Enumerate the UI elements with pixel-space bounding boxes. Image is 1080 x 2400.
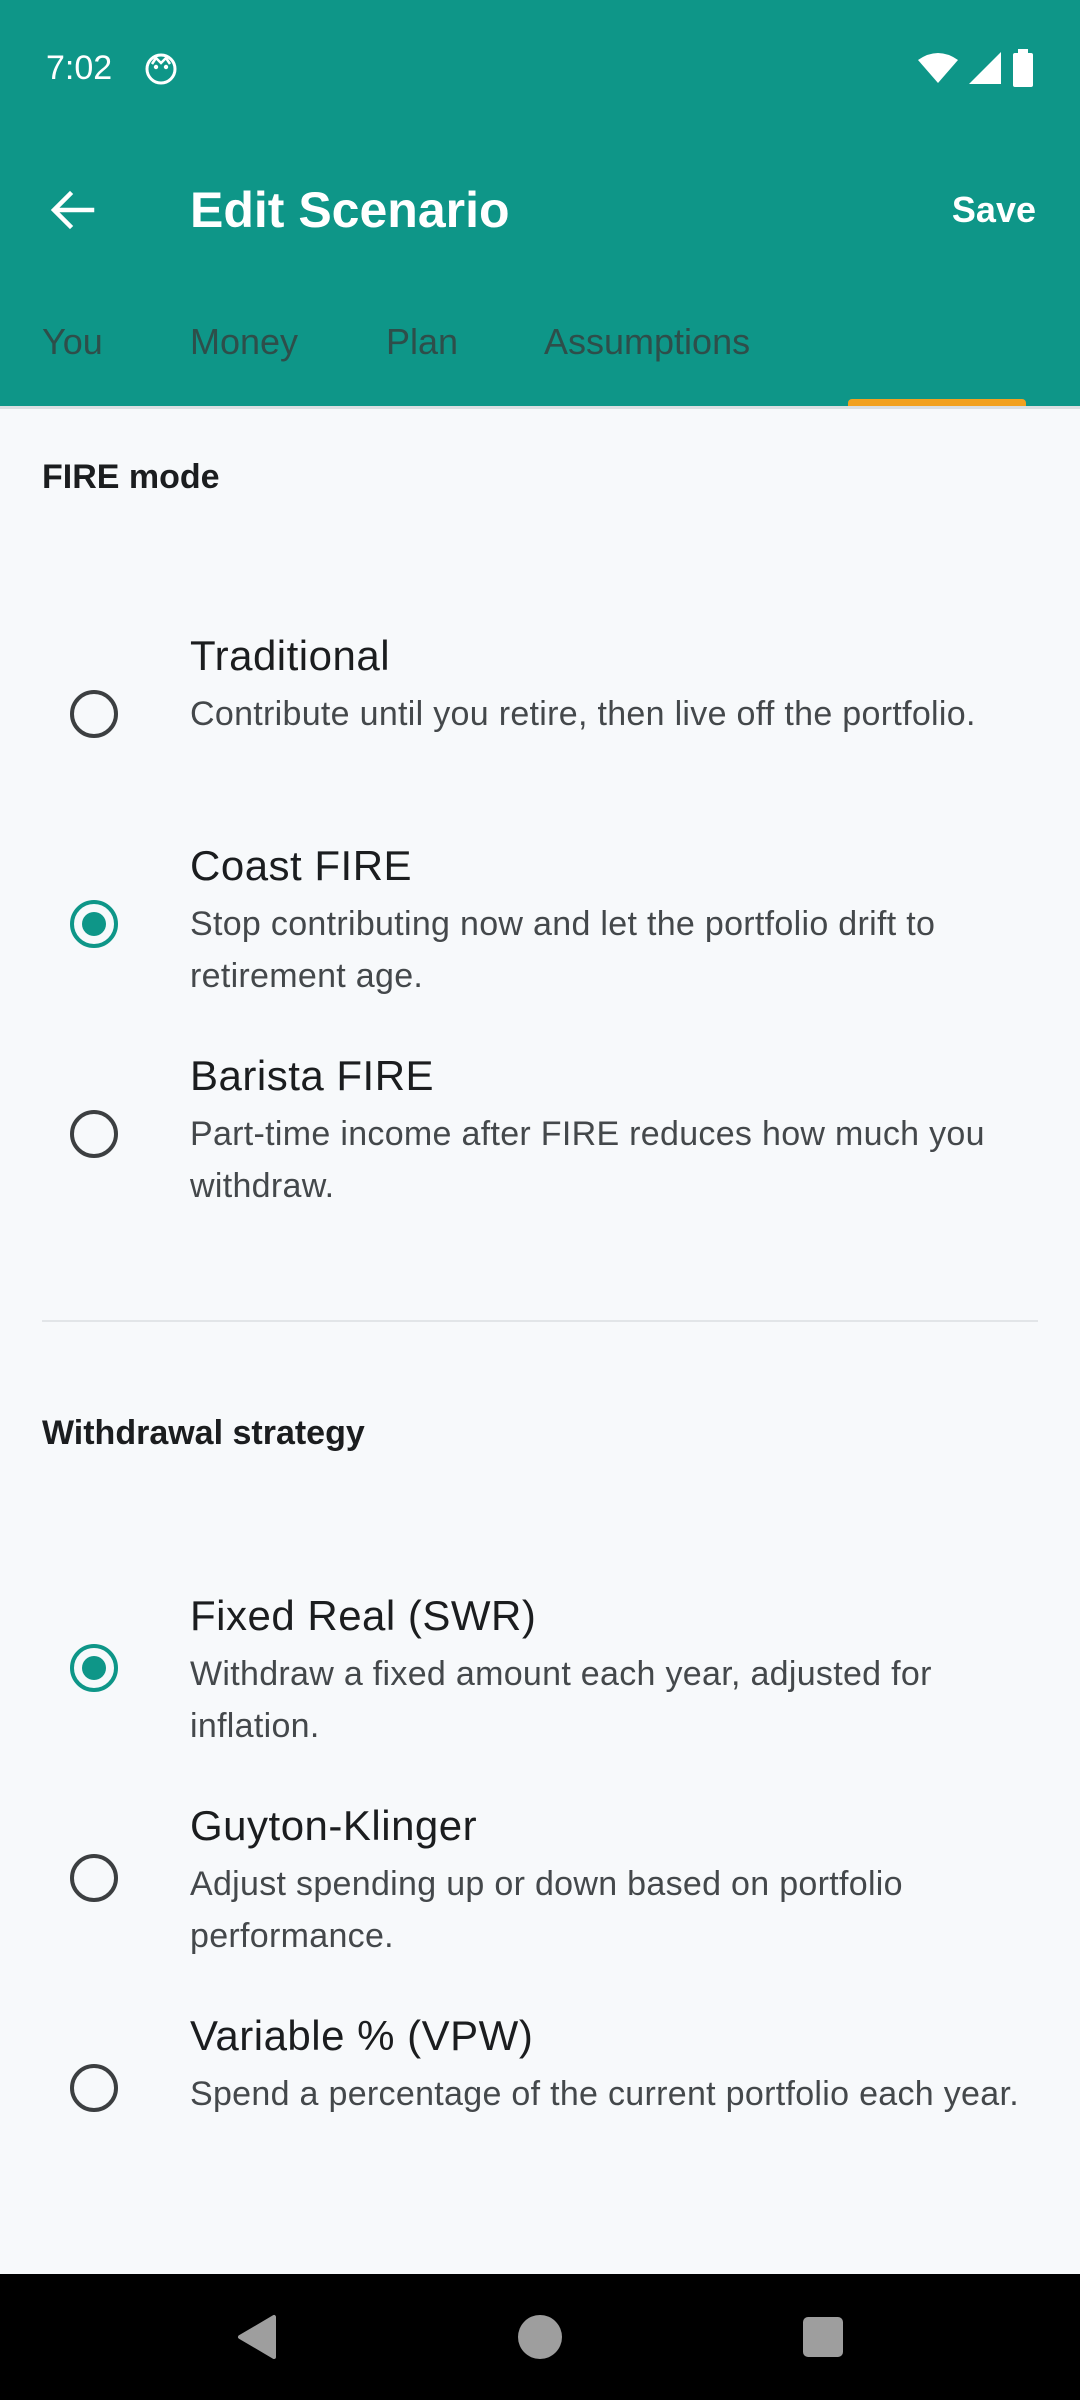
option-title: Fixed Real (SWR)	[190, 1592, 537, 1639]
toolbar: Edit Scenario Save	[0, 136, 1080, 284]
status-icons	[918, 48, 1034, 88]
radio-button-selected[interactable]	[70, 1644, 118, 1692]
option-barista-fire[interactable]: Barista FIRE Part-time income after FIRE…	[0, 1040, 1080, 1240]
tab-plan[interactable]: Plan	[386, 320, 458, 364]
option-coast-fire[interactable]: Coast FIRE Stop contributing now and let…	[0, 830, 1080, 1030]
tab-bar: You Money Plan Assumptions	[0, 284, 1080, 407]
option-description: Withdraw a fixed amount each year, adjus…	[190, 1655, 932, 1745]
section-title-fire-mode: FIRE mode	[42, 458, 220, 496]
option-guyton-klinger[interactable]: Guyton-Klinger Adjust spending up or dow…	[0, 1794, 1080, 1994]
radio-button[interactable]	[70, 1110, 118, 1158]
nav-back-button[interactable]	[224, 2304, 290, 2370]
nav-recents-button[interactable]	[790, 2304, 856, 2370]
tab-assumptions[interactable]: Assumptions	[544, 320, 750, 364]
triangle-back-icon	[238, 2315, 276, 2359]
section-title-withdrawal-strategy: Withdrawal strategy	[42, 1414, 365, 1452]
option-title: Variable % (VPW)	[190, 2012, 534, 2059]
square-recents-icon	[803, 2317, 843, 2357]
status-bar: 7:02	[0, 0, 1080, 136]
arrow-back-icon	[50, 190, 95, 230]
radio-button[interactable]	[70, 2064, 118, 2112]
radio-button[interactable]	[70, 690, 118, 738]
radio-button-selected[interactable]	[70, 900, 118, 948]
option-title: Barista FIRE	[190, 1052, 435, 1099]
tab-money[interactable]: Money	[190, 320, 298, 364]
page-title: Edit Scenario	[190, 182, 510, 238]
option-title: Coast FIRE	[190, 842, 413, 889]
nav-home-button[interactable]	[507, 2304, 573, 2370]
section-divider	[42, 1320, 1038, 1322]
tabs-divider	[0, 406, 1080, 409]
circle-home-icon	[518, 2315, 562, 2359]
option-title: Traditional	[190, 632, 391, 679]
cellular-signal-icon	[969, 52, 1001, 84]
option-description: Spend a percentage of the current portfo…	[190, 2075, 1019, 2113]
option-description: Stop contributing now and let the portfo…	[190, 905, 936, 995]
option-description: Contribute until you retire, then live o…	[190, 695, 976, 733]
notification-icon	[145, 53, 177, 85]
option-variable-vpw[interactable]: Variable % (VPW) Spend a percentage of t…	[0, 2004, 1080, 2204]
system-nav-bar	[0, 2274, 1080, 2400]
status-time: 7:02	[46, 49, 113, 87]
radio-button[interactable]	[70, 1854, 118, 1902]
tab-you[interactable]: You	[42, 320, 103, 364]
app-bar: 7:02 Edit Scenario Save You Money Plan A…	[0, 0, 1080, 407]
option-fixed-real-swr[interactable]: Fixed Real (SWR) Withdraw a fixed amount…	[0, 1584, 1080, 1784]
battery-icon	[1013, 49, 1033, 87]
option-traditional[interactable]: Traditional Contribute until you retire,…	[0, 620, 1080, 820]
option-description: Adjust spending up or down based on port…	[190, 1865, 903, 1955]
wifi-icon	[918, 53, 958, 83]
save-button[interactable]: Save	[952, 188, 1036, 232]
back-button[interactable]	[32, 170, 112, 250]
option-title: Guyton-Klinger	[190, 1802, 478, 1849]
option-description: Part-time income after FIRE reduces how …	[190, 1115, 985, 1205]
